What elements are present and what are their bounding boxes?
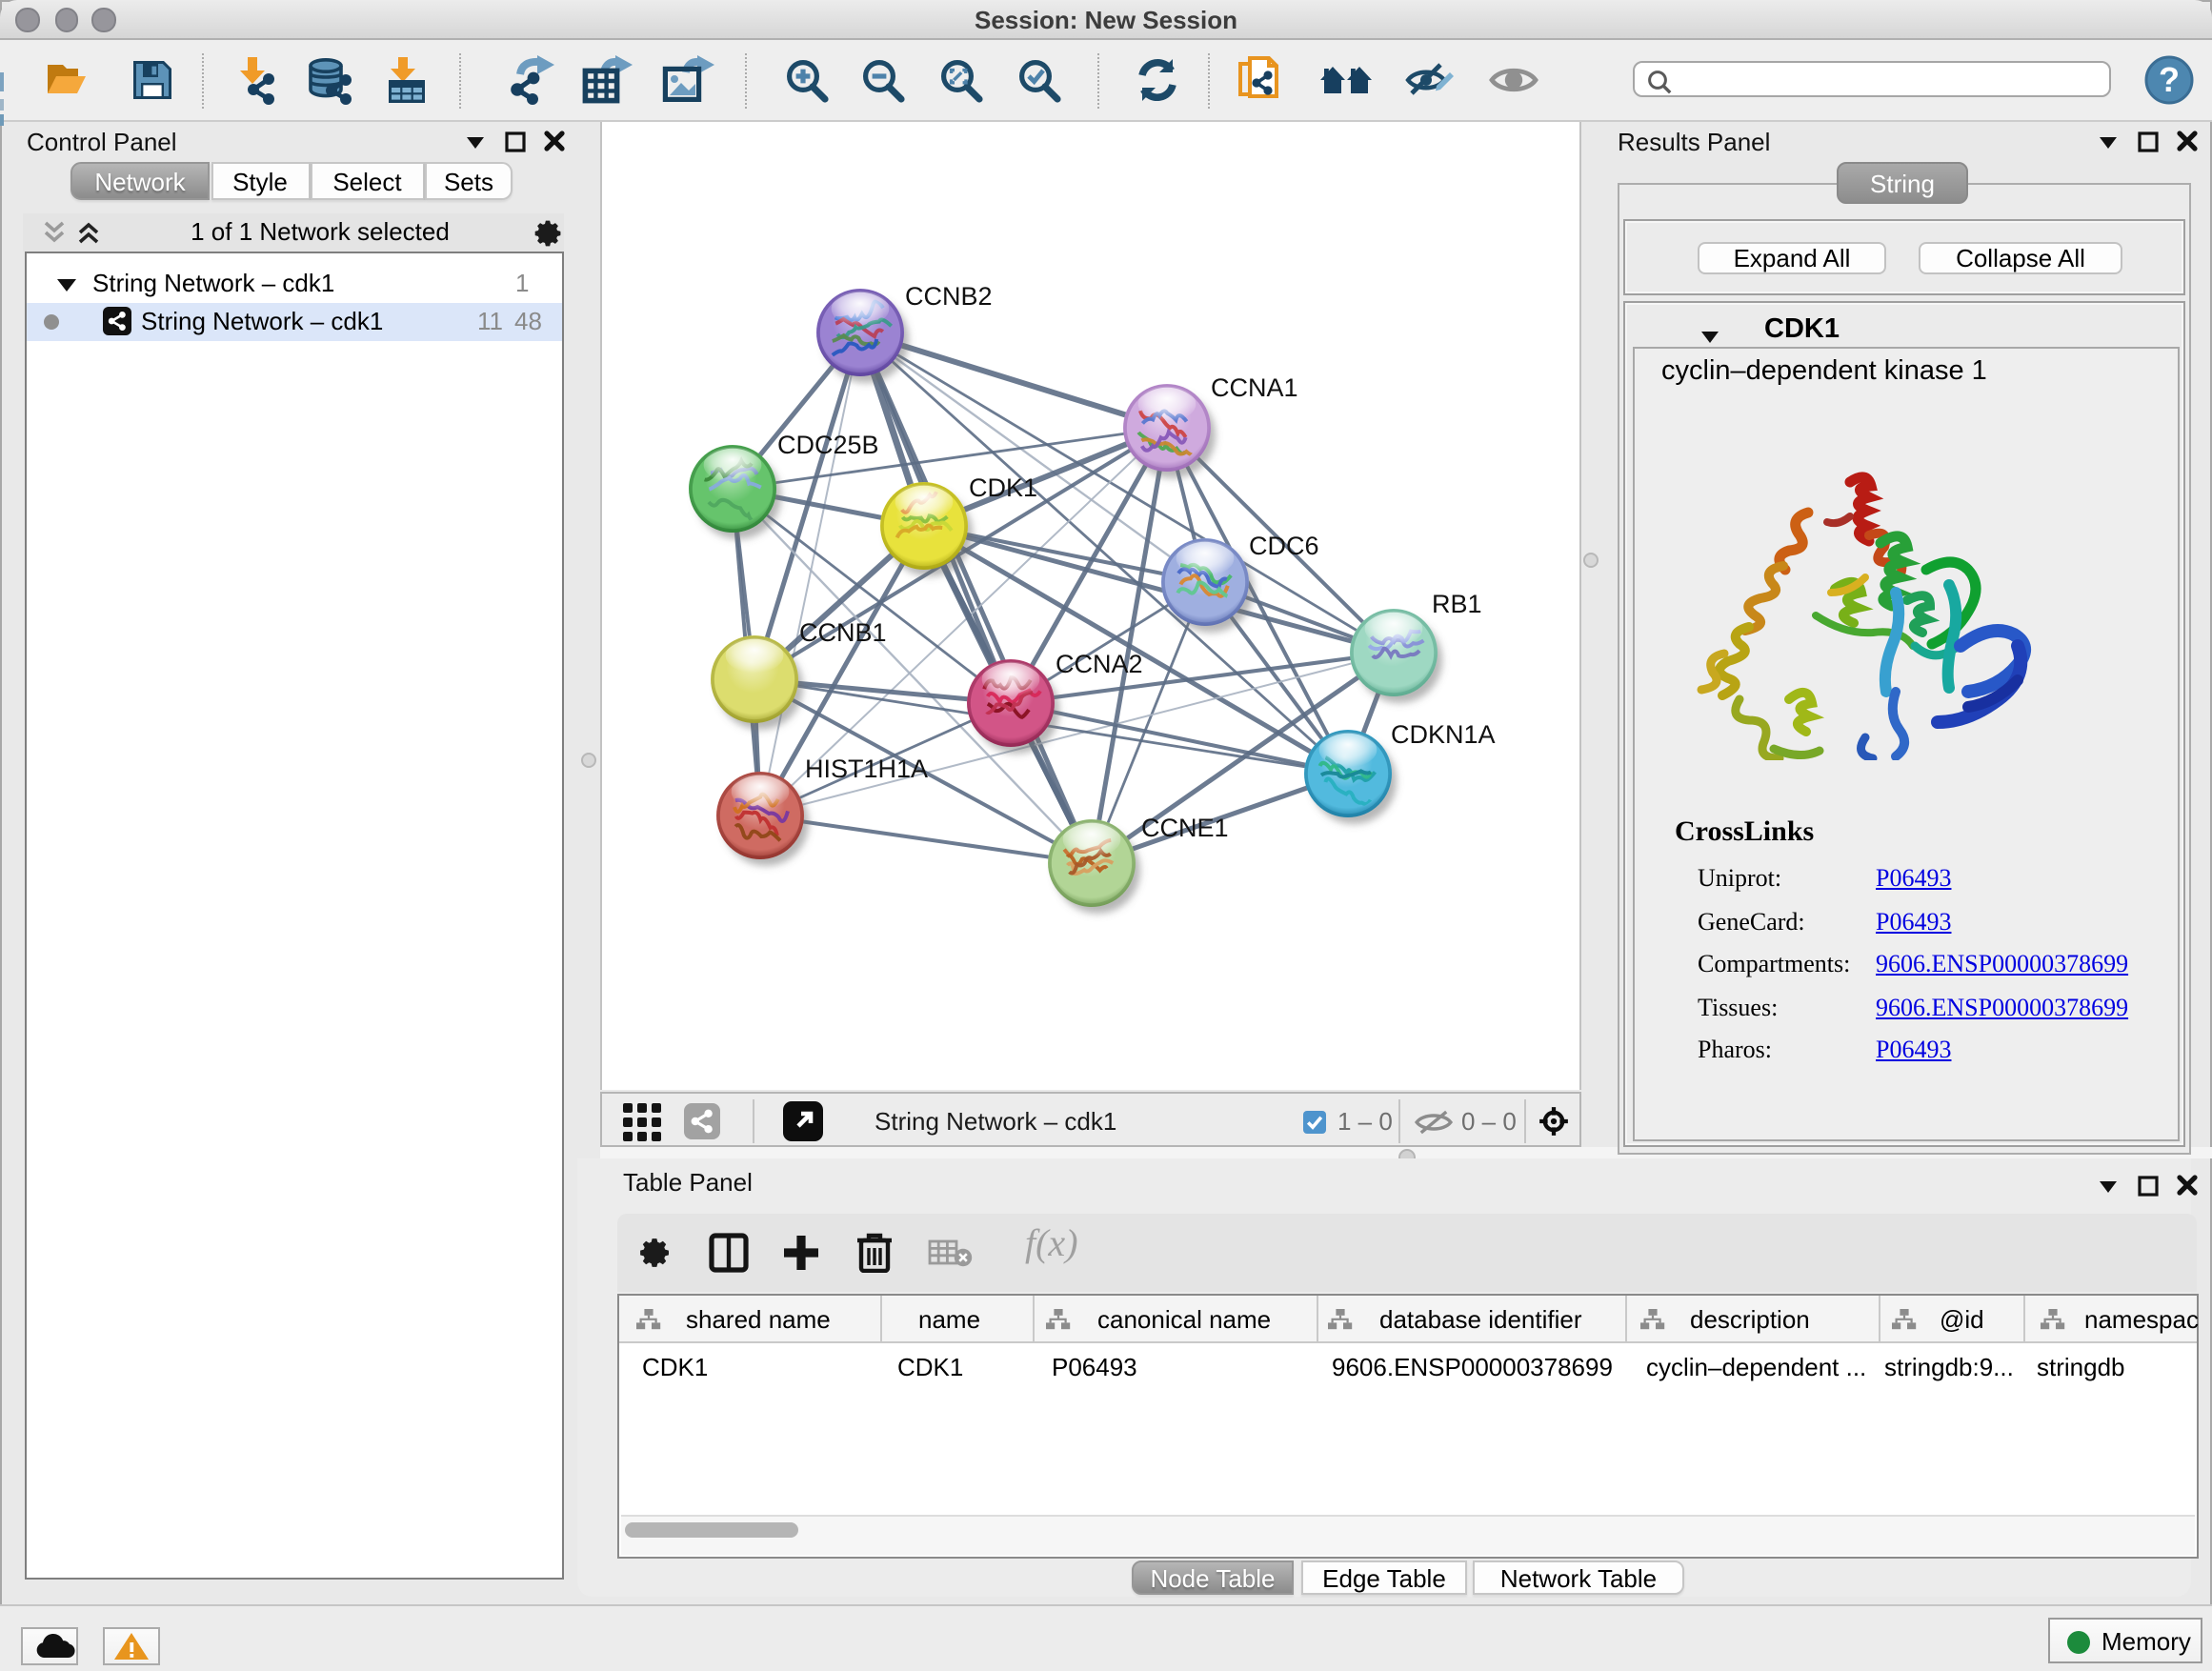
svg-text:?: ?	[2159, 60, 2180, 99]
svg-text:CCNB2: CCNB2	[905, 282, 993, 311]
svg-text:HIST1H1A: HIST1H1A	[805, 755, 928, 783]
svg-text:CDK1: CDK1	[969, 473, 1037, 502]
svg-text:RB1: RB1	[1432, 590, 1482, 618]
svg-text:CCNE1: CCNE1	[1141, 814, 1229, 842]
svg-text:CDC6: CDC6	[1249, 532, 1319, 560]
svg-text:CCNA1: CCNA1	[1211, 373, 1298, 402]
svg-text:CDC25B: CDC25B	[777, 431, 879, 459]
svg-text:CCNB1: CCNB1	[799, 618, 887, 647]
svg-text:CDKN1A: CDKN1A	[1391, 720, 1496, 749]
svg-text:CCNA2: CCNA2	[1056, 650, 1143, 678]
